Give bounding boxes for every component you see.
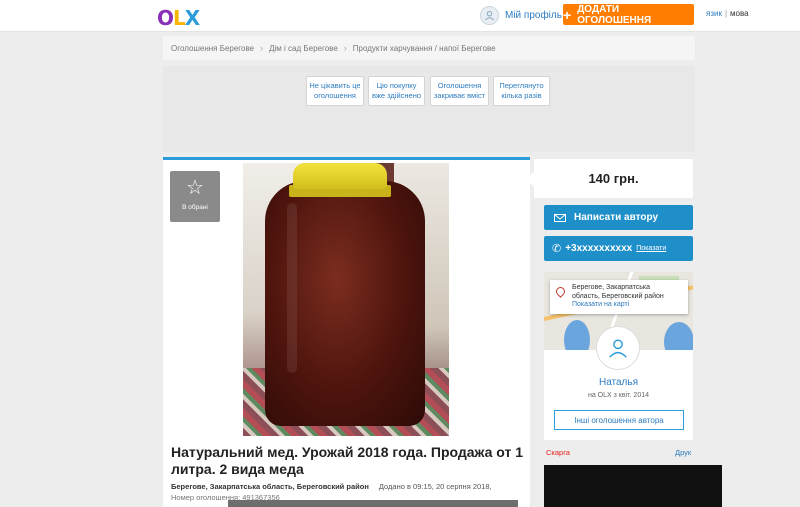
show-on-map-link[interactable]: Показати на карті [572, 301, 629, 308]
breadcrumb-item[interactable]: Оголошення Берегове [171, 44, 254, 53]
jar-lid [293, 163, 387, 189]
listing-added-date: Додано в 09:15, 20 серпня 2018, [378, 482, 492, 491]
reason-covers-content-button[interactable]: Оголошення закриває вміст [430, 76, 489, 106]
breadcrumb-item[interactable]: Продукти харчування / напої Берегове [353, 44, 496, 53]
listing-meta: Берегове, Закарпатська область, Береговс… [171, 482, 492, 491]
write-author-label: Написати автору [574, 212, 659, 223]
breadcrumb: Оголошення Берегове › Дім і сад Берегове… [163, 36, 695, 60]
envelope-icon [554, 213, 566, 222]
address-popup: Берегове, Закарпатська область, Береговс… [550, 280, 688, 314]
user-icon [480, 5, 499, 25]
phone-icon: ✆ [552, 243, 562, 255]
chevron-right-icon: › [260, 43, 264, 53]
phone-button[interactable]: ✆ +3xxxxxxxxxx Показати [544, 236, 693, 261]
listing-card: ☆ В обрані Натуральний мед. Урожай 2018 … [163, 157, 530, 507]
lang-ru-link[interactable]: язик [706, 9, 722, 18]
print-link[interactable]: Друк [675, 448, 691, 457]
olx-logo[interactable]: OLX [157, 6, 200, 30]
ad-banner[interactable] [544, 465, 722, 507]
other-ads-button[interactable]: Інші оголошення автора [554, 410, 684, 430]
plus-icon: + [563, 6, 572, 23]
write-author-button[interactable]: Написати автору [544, 205, 693, 230]
listing-title: Натуральний мед. Урожай 2018 года. Прода… [171, 444, 524, 477]
add-to-favorites-button[interactable]: ☆ В обрані [170, 171, 220, 222]
reason-not-interested-button[interactable]: Не цікавить це оголошення [306, 76, 364, 106]
breadcrumb-item[interactable]: Дім і сад Берегове [269, 44, 338, 53]
map-pin-icon [554, 285, 567, 298]
seller-avatar[interactable] [596, 326, 640, 370]
my-profile-label: Мій профіль [505, 9, 562, 21]
show-phone-link[interactable]: Показати [636, 245, 666, 252]
overlay-strip [228, 500, 518, 507]
complain-link[interactable]: Скарга [546, 448, 570, 457]
chevron-right-icon: › [343, 43, 347, 53]
language-switcher: язик | мова [706, 9, 749, 18]
lang-ua-link[interactable]: мова [730, 9, 749, 18]
seller-card: Берегове, Закарпатська область, Береговс… [544, 272, 693, 440]
seller-since: на OLX з квіт. 2014 [587, 392, 650, 399]
header: OLX Мій профіль + ДОДАТИ ОГОЛОШЕННЯ язик… [0, 0, 800, 32]
seller-name[interactable]: Наталья [544, 377, 693, 388]
phone-number: +3xxxxxxxxxx [565, 243, 633, 254]
favorites-label: В обрані [182, 204, 208, 211]
ad-feedback-panel: Не цікавить це оголошення Цю покупку вже з… [163, 66, 695, 152]
reason-already-bought-button[interactable]: Цю покупку вже здійснено [368, 76, 425, 106]
address-line: область, Береговский район [572, 292, 664, 300]
add-listing-label: ДОДАТИ ОГОЛОШЕННЯ [577, 3, 652, 26]
add-listing-button[interactable]: + ДОДАТИ ОГОЛОШЕННЯ [563, 3, 694, 26]
lang-separator: | [724, 9, 728, 18]
price-label: 140 грн. [527, 159, 693, 198]
reason-seen-many-times-button[interactable]: Переглянуто кілька разів [493, 76, 550, 106]
listing-location[interactable]: Берегове, Закарпатська область, Береговс… [171, 482, 369, 491]
my-profile-link[interactable]: Мій профіль [480, 5, 562, 25]
user-icon [609, 339, 627, 358]
jar-shine [287, 203, 297, 373]
listing-photo[interactable] [243, 163, 449, 436]
address-line: Берегове, Закарпатська [572, 284, 651, 291]
star-icon: ☆ [186, 177, 204, 199]
